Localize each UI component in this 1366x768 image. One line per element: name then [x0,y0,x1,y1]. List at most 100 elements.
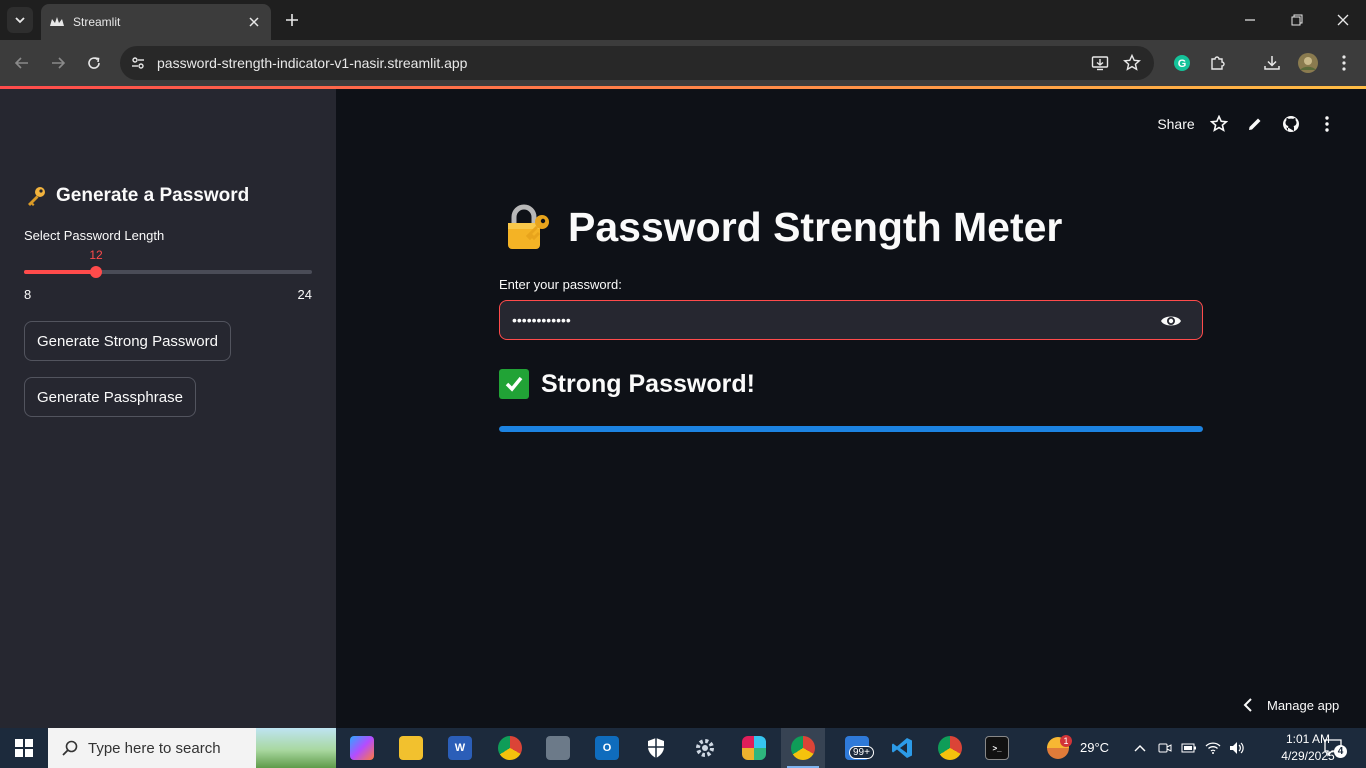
volume-icon[interactable] [1227,728,1247,768]
star-icon[interactable] [1208,113,1230,135]
restore-icon[interactable] [1283,6,1311,34]
temperature-text[interactable]: 29°C [1080,740,1109,755]
sidebar-heading: Generate a Password [24,184,249,208]
vscode-icon [890,736,914,760]
browser-menu-icon[interactable] [1332,51,1356,75]
forward-arrow-icon[interactable] [46,51,70,75]
taskbar-chrome-active[interactable] [781,728,825,768]
browser-toolbar: password-strength-indicator-v1-nasir.str… [0,40,1366,86]
gear-icon [693,736,717,760]
slack-icon [742,736,766,760]
battery-icon[interactable] [1179,728,1199,768]
taskbar-file-explorer[interactable] [389,728,433,768]
slider-min-label: 8 [24,287,32,302]
extensions-puzzle-icon[interactable] [1206,51,1230,75]
taskbar-settings[interactable] [683,728,727,768]
password-length-slider[interactable]: 12 [24,248,312,278]
taskbar-copilot[interactable] [340,728,384,768]
taskbar-vscode[interactable] [880,728,924,768]
show-password-eye-icon[interactable] [1160,310,1182,332]
taskbar-camera[interactable] [536,728,580,768]
taskbar-word[interactable]: W [438,728,482,768]
key-icon [24,184,48,208]
sidebar: Generate a Password Select Password Leng… [0,89,336,728]
minimize-icon[interactable] [1236,6,1264,34]
browser-tab[interactable]: Streamlit [41,4,271,40]
mail-badge: 99+ [849,746,874,759]
back-arrow-icon[interactable] [10,51,34,75]
strength-result-text: Strong Password! [541,369,755,398]
taskbar-search[interactable]: Type here to search [48,728,336,768]
strength-progress-bar [499,426,1203,432]
slider-thumb[interactable] [90,266,102,278]
tray-chevron-up-icon[interactable] [1130,728,1150,768]
reload-icon[interactable] [82,51,106,75]
folder-icon [399,736,423,760]
slider-max-label: 24 [297,287,312,302]
search-placeholder[interactable]: Type here to search [88,740,221,757]
windows-start-icon[interactable] [0,728,48,768]
generate-passphrase-button[interactable]: Generate Passphrase [24,377,196,417]
address-bar[interactable]: password-strength-indicator-v1-nasir.str… [120,46,1154,80]
notification-center-icon[interactable]: 4 [1322,737,1347,759]
page-title: Password Strength Meter [504,202,1062,252]
slider-fill [24,270,96,274]
downloads-icon[interactable] [1260,51,1284,75]
edit-pencil-icon[interactable] [1244,113,1266,135]
taskbar: Type here to search W O 99+ >_ 1 29°C 1:… [0,728,1366,768]
tab-close-icon[interactable] [243,11,265,33]
install-app-icon[interactable] [1090,53,1110,73]
taskbar-outlook[interactable]: O [585,728,629,768]
page-title-text: Password Strength Meter [568,203,1063,250]
search-highlight-illustration [256,728,336,768]
wifi-icon[interactable] [1203,728,1223,768]
weather-widget[interactable]: 1 [1038,728,1078,768]
sidebar-heading-text: Generate a Password [56,185,250,206]
copilot-icon [350,736,374,760]
bookmark-star-icon[interactable] [1122,53,1142,73]
generate-strong-password-button[interactable]: Generate Strong Password [24,321,231,361]
grammarly-extension-icon[interactable]: G [1170,51,1194,75]
outlook-icon: O [595,736,619,760]
check-mark-icon [499,369,529,399]
search-icon [60,738,80,758]
password-input[interactable]: •••••••••••• [499,300,1203,340]
new-tab-plus-icon[interactable] [280,8,304,32]
slider-label: Select Password Length [24,228,165,243]
browser-tab-bar: Streamlit [0,0,1366,40]
shield-icon [644,736,668,760]
password-value[interactable]: •••••••••••• [512,312,571,328]
tab-title: Streamlit [73,15,121,29]
taskbar-terminal[interactable]: >_ [975,728,1019,768]
taskbar-mail[interactable]: 99+ [835,728,879,768]
url-text[interactable]: password-strength-indicator-v1-nasir.str… [157,55,467,71]
tab-search-chevron-icon[interactable] [7,7,33,33]
site-settings-icon[interactable] [128,53,148,73]
chrome-icon [498,736,522,760]
terminal-icon: >_ [985,736,1009,760]
share-button[interactable]: Share [1156,113,1196,135]
password-input-label: Enter your password: [499,277,622,292]
strength-result: Strong Password! [499,369,755,399]
camera-icon [546,736,570,760]
svg-text:G: G [1178,58,1187,70]
app-menu-icon[interactable] [1316,113,1338,135]
github-icon[interactable] [1280,113,1302,135]
taskbar-chrome-1[interactable] [488,728,532,768]
meet-now-icon[interactable] [1155,728,1175,768]
taskbar-chrome-2[interactable] [928,728,972,768]
main-content: Share Password Strength Meter Enter your… [336,89,1366,728]
chrome-icon [938,736,962,760]
manage-app-label: Manage app [1267,697,1340,713]
slider-value: 12 [89,248,103,262]
locked-with-key-icon [508,204,549,249]
chevron-left-icon [1239,696,1257,714]
streamlit-crown-icon [49,14,65,30]
taskbar-slack[interactable] [732,728,776,768]
weather-badge: 1 [1060,735,1072,747]
profile-avatar[interactable] [1296,51,1320,75]
taskbar-security[interactable] [634,728,678,768]
strength-progress-fill [499,426,1203,432]
manage-app-button[interactable]: Manage app [1239,696,1339,714]
close-window-icon[interactable] [1329,6,1357,34]
